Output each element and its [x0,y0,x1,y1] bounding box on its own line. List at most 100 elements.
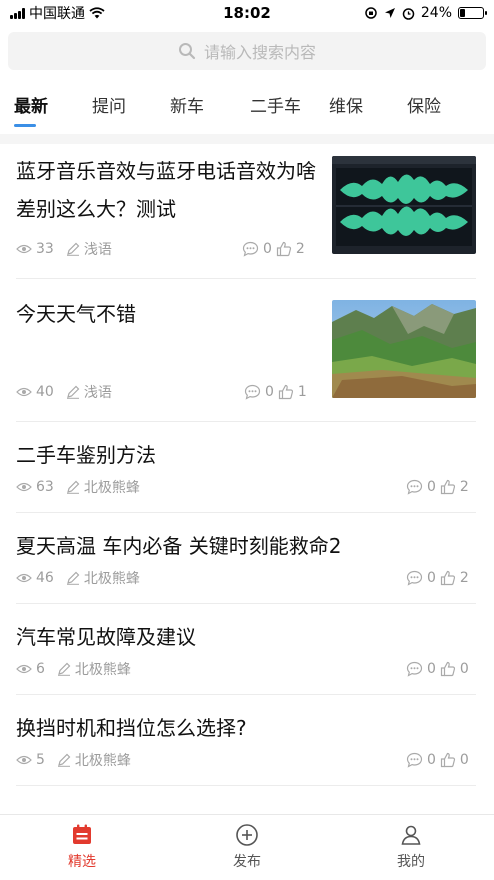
author-name[interactable]: 北极熊蜂 [75,750,131,770]
view-count: 63 [36,479,54,495]
article-title[interactable]: 汽车常见故障及建议 [16,618,476,656]
thumbs-up-icon[interactable] [278,384,294,400]
like-count: 2 [459,479,469,495]
article-title[interactable]: 夏天高温 车内必备 关键时刻能救命2 [16,527,476,565]
nav-publish[interactable]: 发布 [207,823,287,871]
article-title[interactable]: 换挡时机和挡位怎么选择? [16,709,476,747]
section-divider [0,134,494,144]
search-bar[interactable]: 请输入搜索内容 [8,32,486,70]
alarm-icon [402,7,415,20]
author-name[interactable]: 北极熊蜂 [84,568,140,588]
thumbs-up-icon[interactable] [276,241,292,257]
pencil-icon [57,753,71,767]
eye-icon [16,482,32,492]
author-name[interactable]: 浅语 [84,239,112,259]
list-item[interactable]: 夏天高温 车内必备 关键时刻能救命2 46 北极熊蜂 0 2 [16,513,476,604]
nav-label: 我的 [397,854,425,870]
nav-label: 精选 [68,854,96,870]
article-meta: 63 北极熊蜂 [16,477,140,497]
plus-circle-icon [236,824,258,846]
thumbs-up-icon[interactable] [440,570,456,586]
tab-latest[interactable]: 最新 [14,92,48,117]
status-right: 24% [364,5,487,21]
eye-icon [16,573,32,583]
nav-label: 发布 [233,854,261,870]
bottom-nav: 精选 发布 我的 [0,814,494,880]
search-icon [178,43,196,60]
comment-icon[interactable] [406,570,423,586]
comment-icon[interactable] [406,479,423,495]
like-count: 1 [297,384,307,400]
view-count: 46 [36,570,54,586]
article-stats: 0 0 [406,750,469,770]
view-count: 40 [36,384,54,400]
like-count: 0 [459,661,469,677]
comment-icon[interactable] [406,752,423,768]
orientation-lock-icon [365,7,377,19]
comment-icon[interactable] [242,241,259,257]
tab-questions[interactable]: 提问 [92,92,126,117]
battery-icon [458,7,487,19]
article-stats: 0 1 [244,382,307,402]
article-meta: 33 浅语 [16,239,112,259]
author-name[interactable]: 浅语 [84,382,112,402]
comment-count: 0 [427,752,436,768]
tab-new-cars[interactable]: 新车 [170,92,204,117]
pencil-icon [66,571,80,585]
list-item[interactable]: 二手车鉴别方法 63 北极熊蜂 0 2 [16,422,476,513]
tab-insurance[interactable]: 保险 [407,92,441,117]
eye-icon [16,387,32,397]
user-icon [401,825,421,845]
status-bar: 中国联通 18:02 24% [0,0,494,26]
comment-icon[interactable] [244,384,261,400]
article-thumbnail [332,156,476,254]
location-icon [384,8,395,18]
list-item[interactable]: 换挡时机和挡位怎么选择? 5 北极熊蜂 0 0 [16,695,476,786]
calendar-list-icon [73,824,91,844]
like-count: 0 [459,752,469,768]
article-stats: 0 0 [406,659,469,679]
author-name[interactable]: 北极熊蜂 [84,477,140,497]
eye-icon [16,244,32,254]
search-placeholder: 请输入搜索内容 [203,43,316,62]
tab-used-cars[interactable]: 二手车 [250,92,301,117]
view-count: 5 [36,752,45,768]
nav-mine[interactable]: 我的 [371,823,451,871]
view-count: 33 [36,241,54,257]
list-item[interactable]: 今天天气不错 40 浅语 0 1 [16,279,476,422]
pencil-icon [66,385,80,399]
article-title[interactable]: 今天天气不错 [16,295,322,333]
comment-count: 0 [427,661,436,677]
article-meta: 6 北极熊蜂 [16,659,131,679]
comment-icon[interactable] [406,661,423,677]
thumbs-up-icon[interactable] [440,752,456,768]
category-tabs: 最新 提问 新车 二手车 维保 保险 [0,84,494,128]
like-count: 2 [459,570,469,586]
pencil-icon [66,242,80,256]
thumbs-up-icon[interactable] [440,479,456,495]
nav-featured[interactable]: 精选 [42,823,122,871]
comment-count: 0 [265,384,274,400]
thumbs-up-icon[interactable] [440,661,456,677]
article-thumbnail [332,300,476,398]
author-name[interactable]: 北极熊蜂 [75,659,131,679]
article-title[interactable]: 二手车鉴别方法 [16,436,476,474]
eye-icon [16,664,32,674]
pencil-icon [66,480,80,494]
like-count: 2 [295,241,305,257]
article-title[interactable]: 蓝牙音乐音效与蓝牙电话音效为啥差别这么大？测试 [16,152,322,228]
pencil-icon [57,662,71,676]
article-stats: 0 2 [406,568,469,588]
list-item[interactable]: 汽车常见故障及建议 6 北极熊蜂 0 0 [16,604,476,695]
comment-count: 0 [427,479,436,495]
comment-count: 0 [263,241,272,257]
battery-percent: 24% [420,5,452,21]
article-meta: 40 浅语 [16,382,112,402]
list-item[interactable]: 蓝牙音乐音效与蓝牙电话音效为啥差别这么大？测试 33 浅语 0 2 [16,144,476,279]
comment-count: 0 [427,570,436,586]
tab-maintenance[interactable]: 维保 [329,92,363,117]
view-count: 6 [36,661,45,677]
article-stats: 0 2 [406,477,469,497]
eye-icon [16,755,32,765]
active-tab-indicator [14,124,36,127]
